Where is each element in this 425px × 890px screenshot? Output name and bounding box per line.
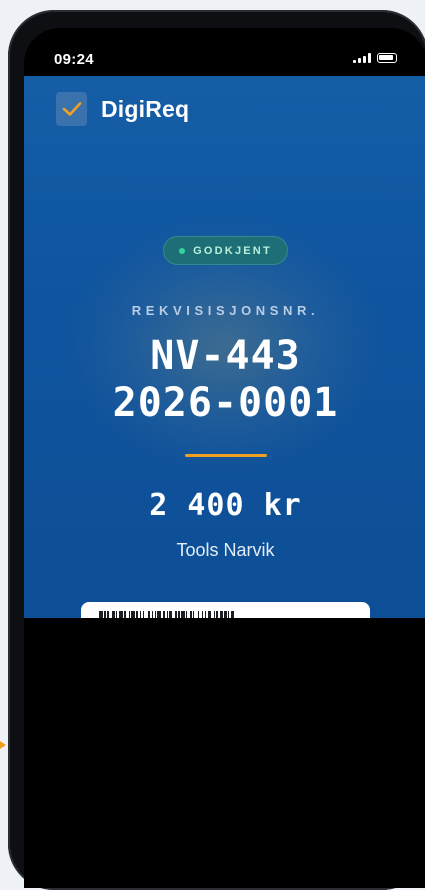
barcode-card[interactable] bbox=[81, 602, 370, 618]
camera-notch bbox=[172, 28, 284, 78]
side-arrow-icon bbox=[0, 741, 6, 749]
screen: 09:24 DigiReq GODKJENT REKVISISJONSNR. N… bbox=[24, 28, 425, 888]
requisition-label: REKVISISJONSNR. bbox=[131, 303, 320, 318]
status-text: GODKJENT bbox=[193, 244, 272, 257]
requisition-number-line1: NV-443 bbox=[150, 333, 301, 379]
requisition-number-line2: 2026-0001 bbox=[112, 380, 339, 426]
accent-divider bbox=[185, 454, 267, 457]
barcode-bar bbox=[233, 611, 236, 618]
battery-icon bbox=[377, 53, 397, 63]
barcode-icon bbox=[99, 611, 352, 618]
status-time: 09:24 bbox=[54, 51, 94, 68]
app-header: DigiReq bbox=[56, 92, 189, 126]
requisition-number: NV-443 2026-0001 bbox=[24, 333, 425, 427]
signal-icon bbox=[353, 53, 371, 63]
status-dot bbox=[179, 247, 186, 254]
vendor-name: Tools Narvik bbox=[176, 540, 275, 560]
app-view: DigiReq GODKJENT REKVISISJONSNR. NV-443 … bbox=[24, 76, 425, 618]
status-bar: 09:24 bbox=[24, 28, 425, 78]
requisition-amount: 2 400 kr bbox=[149, 488, 302, 523]
status-icons bbox=[353, 53, 397, 63]
status-badge: GODKJENT bbox=[163, 236, 288, 265]
phone-frame: 09:24 DigiReq GODKJENT REKVISISJONSNR. N… bbox=[8, 10, 425, 890]
logo[interactable] bbox=[56, 92, 87, 126]
check-icon bbox=[62, 102, 81, 116]
app-name: DigiReq bbox=[101, 95, 190, 122]
